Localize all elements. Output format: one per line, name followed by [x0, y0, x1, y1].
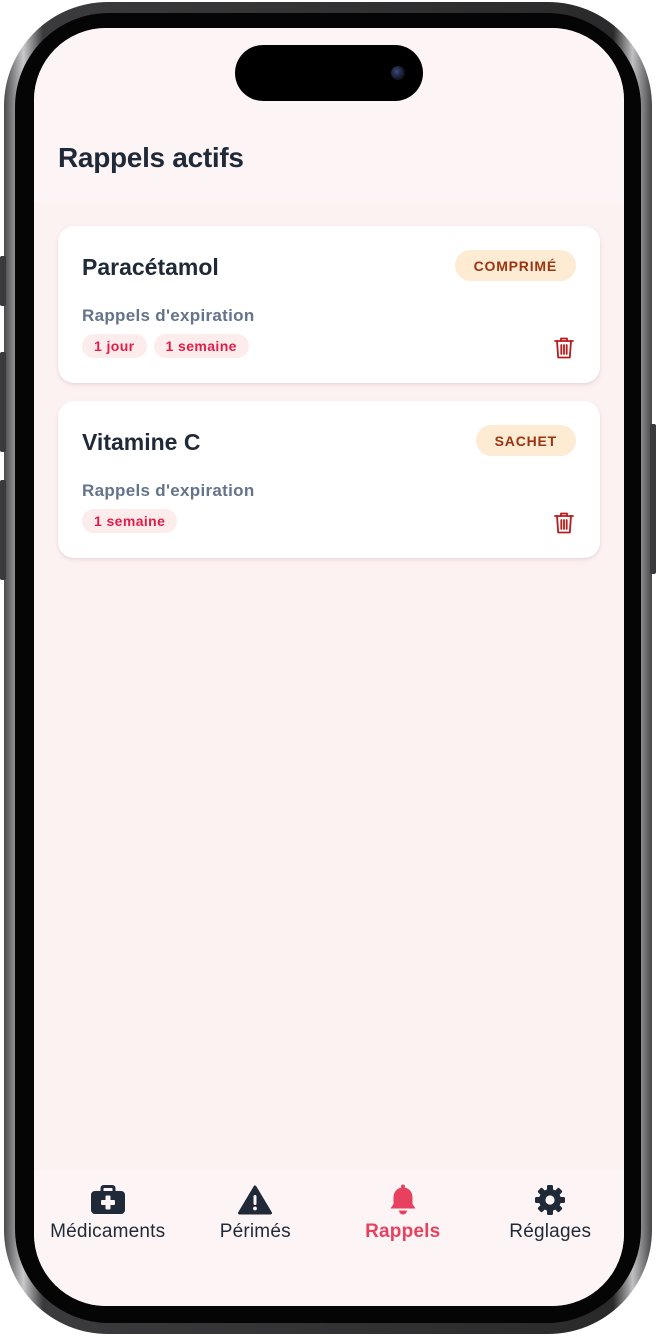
trash-icon: [554, 337, 574, 358]
tab-label: Rappels: [365, 1221, 441, 1242]
reminder-card[interactable]: Vitamine C SACHET Rappels d'expiration 1…: [58, 401, 600, 558]
page-title: Rappels actifs: [58, 142, 244, 173]
medication-name: Paracétamol: [82, 254, 219, 280]
form-badge: COMPRIMÉ: [454, 250, 576, 281]
reminders-label: Rappels d'expiration: [82, 481, 255, 500]
bell-icon: [384, 1183, 422, 1217]
volume-up-button: [0, 352, 6, 452]
gear-icon: [531, 1183, 569, 1217]
warning-icon: [236, 1183, 274, 1217]
medical-kit-icon: [89, 1183, 127, 1217]
reminder-card[interactable]: Paracétamol COMPRIMÉ Rappels d'expiratio…: [58, 226, 600, 383]
reminder-chip: 1 semaine: [153, 334, 249, 358]
tab-label: Réglages: [509, 1221, 592, 1242]
tab-label: Médicaments: [50, 1221, 166, 1242]
tab-rappels[interactable]: Rappels: [329, 1170, 477, 1306]
trash-icon: [554, 512, 574, 533]
reminders-label: Rappels d'expiration: [82, 306, 255, 325]
delete-button[interactable]: [552, 509, 576, 535]
tab-reglages[interactable]: Réglages: [477, 1170, 625, 1306]
tab-perimes[interactable]: Périmés: [182, 1170, 330, 1306]
app-screen: Rappels actifs Paracétamol COMPRIMÉ Rapp…: [34, 28, 624, 1306]
dynamic-island: [235, 45, 423, 101]
action-button: [0, 256, 6, 306]
tab-label: Périmés: [219, 1221, 291, 1242]
delete-button[interactable]: [552, 334, 576, 360]
form-badge: SACHET: [475, 425, 576, 456]
volume-down-button: [0, 480, 6, 580]
reminder-chip: 1 semaine: [82, 509, 178, 533]
tab-medicaments[interactable]: Médicaments: [34, 1170, 182, 1306]
reminder-chips: 1 semaine: [82, 509, 178, 533]
medication-name: Vitamine C: [82, 429, 201, 455]
reminder-chip: 1 jour: [82, 334, 147, 358]
power-button: [650, 424, 656, 574]
camera-icon: [391, 66, 405, 80]
tab-bar: Médicaments Périmés Rappels Réglages: [34, 1170, 624, 1306]
reminder-chips: 1 jour 1 semaine: [82, 334, 249, 358]
